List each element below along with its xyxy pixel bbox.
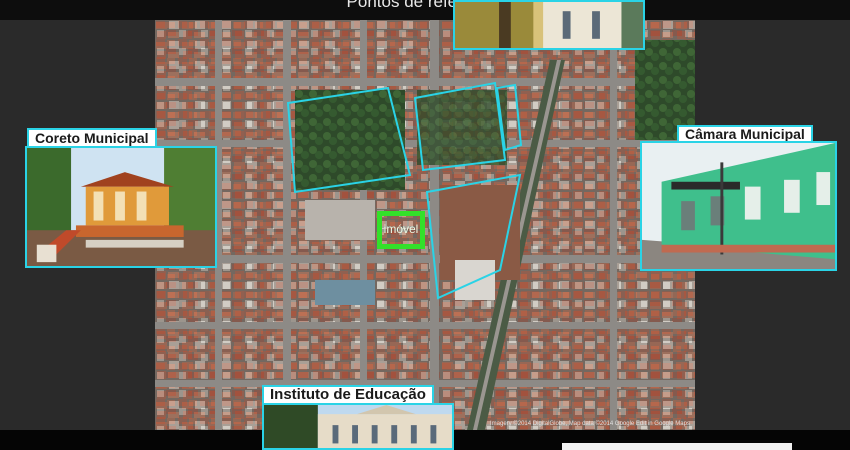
photo-camara-municipal — [640, 141, 837, 271]
gazebo-image — [27, 148, 215, 266]
school-building-image — [264, 405, 452, 448]
photo-top-building — [453, 0, 645, 50]
slide-title: Pontos de referência — [346, 0, 504, 11]
white-strip — [562, 443, 792, 450]
photo-instituto-educacao — [262, 403, 454, 450]
photo-coreto-municipal — [25, 146, 217, 268]
coreto-label: Coreto Municipal — [27, 128, 157, 148]
building-image — [455, 2, 643, 48]
satellite-map[interactable] — [155, 20, 695, 430]
map-attribution: Imagery ©2014 DigitalGlobe, Map data ©20… — [490, 421, 690, 427]
chamber-building-image — [642, 143, 835, 269]
map-graphic — [155, 20, 695, 430]
property-marker[interactable]: imóvel — [377, 211, 425, 249]
instituto-label: Instituto de Educação — [262, 385, 434, 405]
